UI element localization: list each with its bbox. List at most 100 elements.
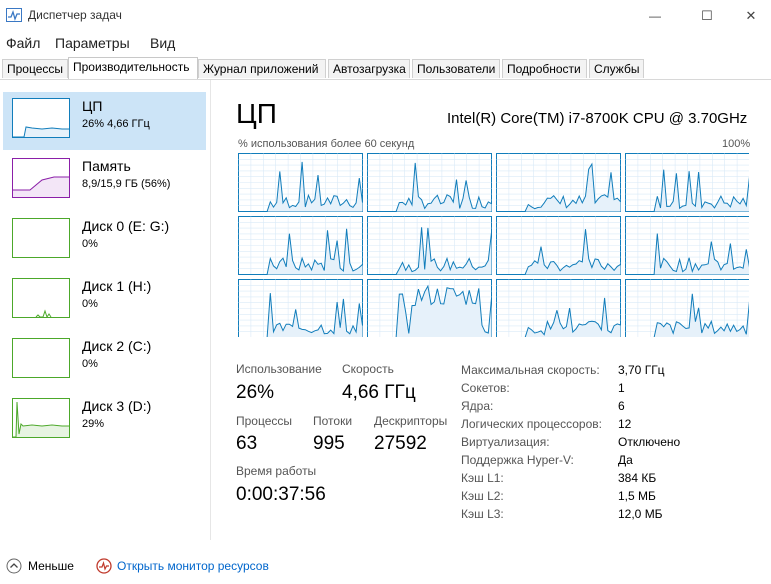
footer-bar: Меньше Открыть монитор ресурсов <box>0 556 771 580</box>
fewer-details-button[interactable]: Меньше <box>6 558 74 574</box>
core-graph-8 <box>238 279 363 337</box>
sidebar-item-disk-0[interactable]: Диск 0 (E: G:) 0% <box>3 212 206 270</box>
maximize-button[interactable]: ☐ <box>684 0 730 32</box>
usage-label: Использование <box>236 362 322 376</box>
sidebar-item-subtitle: 29% <box>82 418 105 430</box>
sidebar-item-title: Диск 0 (E: G:) <box>82 218 170 234</box>
handles-label: Дескрипторы <box>374 414 448 428</box>
maximize-icon: ☐ <box>701 8 713 23</box>
cpu-model-name: Intel(R) Core(TM) i7-8700K CPU @ 3.70GHz <box>447 110 748 127</box>
disk-0-thumbnail-graph <box>12 218 70 258</box>
spec-logical-label: Логических процессоров: <box>461 417 602 431</box>
spec-l3-label: Кэш L3: <box>461 507 504 521</box>
tab-app-history[interactable]: Журнал приложений <box>198 59 326 78</box>
spec-l3-value: 12,0 МБ <box>618 507 663 521</box>
sidebar-item-subtitle: 8,9/15,9 ГБ (56%) <box>82 178 171 190</box>
spec-max-speed-value: 3,70 ГГц <box>618 363 665 377</box>
minimize-button[interactable]: — <box>632 0 678 32</box>
spec-l2-value: 1,5 МБ <box>618 489 656 503</box>
sidebar-item-memory[interactable]: Память 8,9/15,9 ГБ (56%) <box>3 152 206 210</box>
sidebar-item-disk-3[interactable]: Диск 3 (D:) 29% <box>3 392 206 450</box>
spec-sockets-value: 1 <box>618 381 625 395</box>
core-graph-4 <box>238 216 363 275</box>
spec-cores-label: Ядра: <box>461 399 494 413</box>
sidebar-item-disk-1[interactable]: Диск 1 (H:) 0% <box>3 272 206 330</box>
uptime-label: Время работы <box>236 464 317 478</box>
core-graph-5 <box>367 216 492 275</box>
tab-services[interactable]: Службы <box>589 59 644 78</box>
cpu-thumbnail-graph <box>12 98 70 138</box>
tab-startup[interactable]: Автозагрузка <box>328 59 410 78</box>
disk-1-thumbnail-graph <box>12 278 70 318</box>
uptime-value: 0:00:37:56 <box>236 484 326 505</box>
core-graph-6 <box>496 216 621 275</box>
spec-l2-label: Кэш L2: <box>461 489 504 503</box>
resource-monitor-label: Открыть монитор ресурсов <box>117 559 269 573</box>
window-title: Диспетчер задач <box>28 8 122 22</box>
sidebar-item-subtitle: 0% <box>82 238 98 250</box>
sidebar-item-disk-2[interactable]: Диск 2 (C:) 0% <box>3 332 206 390</box>
menu-bar: Файл Параметры Вид <box>0 32 771 54</box>
menu-file[interactable]: Файл <box>6 35 40 51</box>
minimize-icon: — <box>649 9 661 23</box>
spec-virtualization-value: Отключено <box>618 435 681 449</box>
usage-value: 26% <box>236 382 275 403</box>
core-graph-1 <box>367 153 492 212</box>
core-graph-3 <box>625 153 749 212</box>
cpu-core-graphs <box>238 153 749 337</box>
core-graph-2 <box>496 153 621 212</box>
handles-value: 27592 <box>374 433 427 454</box>
core-graph-0 <box>238 153 363 212</box>
sidebar-item-cpu[interactable]: ЦП 26% 4,66 ГГц <box>3 92 206 150</box>
core-graph-7 <box>625 216 749 275</box>
spec-sockets-label: Сокетов: <box>461 381 510 395</box>
core-graph-10 <box>496 279 621 337</box>
tab-processes[interactable]: Процессы <box>2 59 68 78</box>
spec-max-speed-label: Максимальная скорость: <box>461 363 600 377</box>
fewer-details-label: Меньше <box>28 559 74 573</box>
sidebar-item-title: Диск 3 (D:) <box>82 398 152 414</box>
spec-virtualization-label: Виртуализация: <box>461 435 550 449</box>
utilization-caption: % использования более 60 секунд <box>238 138 415 150</box>
disk-3-thumbnail-graph <box>12 398 70 438</box>
sidebar-item-title: ЦП <box>82 98 103 114</box>
tab-strip: Процессы Производительность Журнал прило… <box>0 57 771 80</box>
max-percent-caption: 100% <box>722 138 751 150</box>
task-manager-icon <box>6 8 22 22</box>
processes-label: Процессы <box>236 414 293 428</box>
title-bar: Диспетчер задач — ☐ ✕ <box>0 0 771 32</box>
menu-options[interactable]: Параметры <box>55 35 130 51</box>
spec-cores-value: 6 <box>618 399 625 413</box>
speed-label: Скорость <box>342 362 394 376</box>
tab-users[interactable]: Пользователи <box>412 59 500 78</box>
processes-value: 63 <box>236 433 258 454</box>
threads-value: 995 <box>313 433 345 454</box>
sidebar-item-title: Диск 2 (C:) <box>82 338 152 354</box>
core-graph-11 <box>625 279 749 337</box>
speed-value: 4,66 ГГц <box>342 382 416 403</box>
disk-2-thumbnail-graph <box>12 338 70 378</box>
menu-view[interactable]: Вид <box>150 35 175 51</box>
page-title: ЦП <box>236 98 277 129</box>
resource-monitor-link[interactable]: Открыть монитор ресурсов <box>96 558 269 574</box>
resource-sidebar: ЦП 26% 4,66 ГГц Память 8,9/15,9 ГБ (56%)… <box>0 80 211 540</box>
sidebar-item-subtitle: 0% <box>82 298 98 310</box>
resource-monitor-icon <box>96 558 112 574</box>
sidebar-item-title: Диск 1 (H:) <box>82 278 152 294</box>
threads-label: Потоки <box>313 414 353 428</box>
tab-performance[interactable]: Производительность <box>68 57 198 79</box>
spec-hyperv-value: Да <box>618 453 633 467</box>
tab-details[interactable]: Подробности <box>502 59 587 78</box>
sidebar-item-subtitle: 26% 4,66 ГГц <box>82 118 150 130</box>
spec-l1-value: 384 КБ <box>618 471 657 485</box>
chevron-up-circle-icon <box>6 558 22 574</box>
close-icon: ✕ <box>745 8 757 23</box>
memory-thumbnail-graph <box>12 158 70 198</box>
stats-panel: Использование 26% Скорость 4,66 ГГц Проц… <box>236 362 456 512</box>
core-graph-9 <box>367 279 492 337</box>
spec-hyperv-label: Поддержка Hyper-V: <box>461 453 574 467</box>
close-button[interactable]: ✕ <box>728 0 771 32</box>
sidebar-item-title: Память <box>82 158 131 174</box>
spec-logical-value: 12 <box>618 417 632 431</box>
spec-l1-label: Кэш L1: <box>461 471 504 485</box>
